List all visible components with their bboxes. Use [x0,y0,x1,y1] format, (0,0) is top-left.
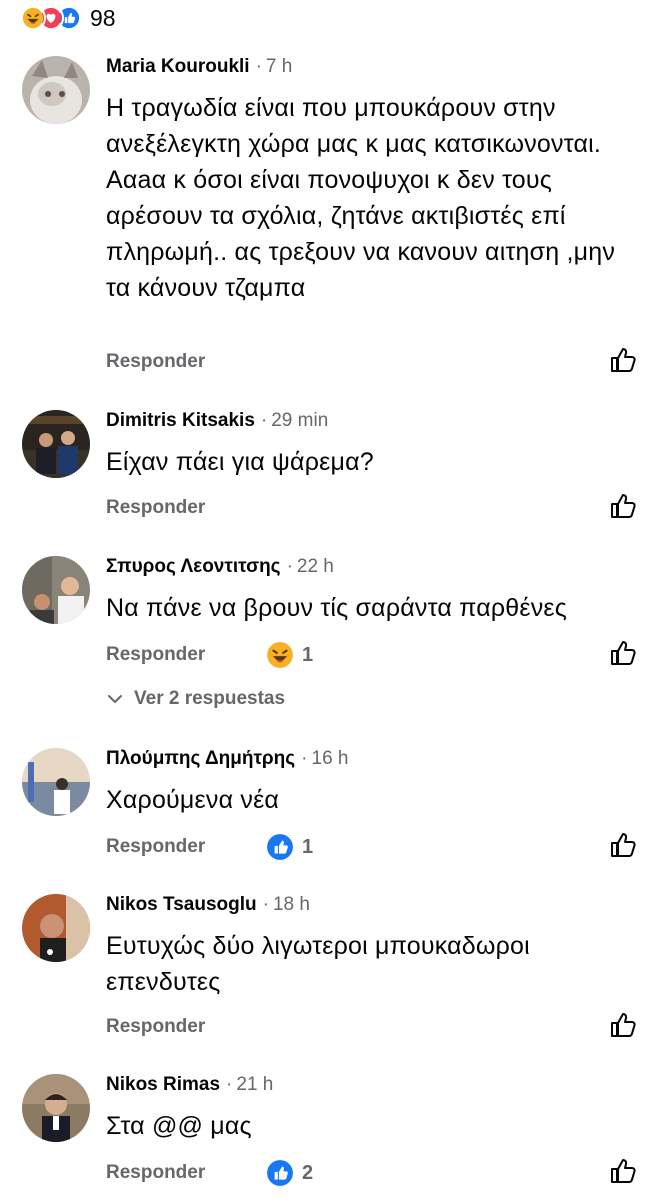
comment-meta: Σπυρος Λεοντιτσης · 22 h [106,556,334,577]
comment-actions: Responder [106,1012,636,1042]
comment-time[interactable]: 22 h [297,556,334,577]
author-name[interactable]: Dimitris Kitsakis [106,410,255,431]
reactions-count: 98 [90,4,116,31]
comment-time[interactable]: 29 min [271,410,328,431]
comment-text: Χαρούμενα νέα [106,786,280,814]
haha-icon [20,5,46,31]
view-replies-label: Ver 2 respuestas [134,688,286,709]
avatar[interactable] [22,894,90,962]
comment-reactions[interactable]: 1 [266,832,313,862]
reply-button[interactable]: Responder [106,493,205,523]
like-button-icon[interactable] [608,345,638,375]
comment-text: Να πάνε να βρουν τίς σαράντα παρθένες [106,594,568,622]
author-name[interactable]: Nikos Tsausoglu [106,894,257,915]
view-replies-link[interactable]: Ver 2 respuestas [106,688,285,710]
like-button-icon[interactable] [608,1156,638,1186]
like-button-icon[interactable] [608,491,638,521]
comment-time[interactable]: 21 h [236,1074,273,1095]
comment: Πλούμπης Δημήτρης · 16 h Χαρούμενα νέα Res… [0,748,646,860]
comment-meta: Nikos Rimas · 21 h [106,1074,274,1095]
comment-text: Ευτυχώς δύο λιγωτεροι μπουκαδωροι επενδυ… [106,932,530,996]
comment: Maria Kouroukli · 7 h Η τραγωδία είναι που… [0,56,646,386]
comment-time[interactable]: 18 h [273,894,310,915]
comment: Dimitris Kitsakis · 29 min Είχαν πάει για … [0,410,646,522]
comment-text: Στα @@ μας [106,1112,252,1140]
comment-text: Η τραγωδία είναι που μπουκάρουν στην ανε… [106,94,616,302]
reply-button[interactable]: Responder [106,1012,205,1042]
comment-reactions[interactable]: 2 [266,1158,313,1188]
comment: Nikos Rimas · 21 h Στα @@ μας Responder 2 [0,1074,646,1194]
reaction-count: 1 [302,643,314,666]
haha-icon [267,642,293,668]
comment-meta: Πλούμπης Δημήτρης · 16 h [106,748,349,769]
author-name[interactable]: Πλούμπης Δημήτρης [106,748,295,769]
like-button-icon[interactable] [608,830,638,860]
like-icon [267,834,293,860]
reaction-count: 2 [302,1161,314,1184]
avatar[interactable] [22,556,90,624]
reaction-icons [20,5,82,31]
comment-text: Είχαν πάει για ψάρεμα? [106,448,374,476]
reply-button[interactable]: Responder [106,347,205,377]
reply-button[interactable]: Responder [106,832,205,862]
comment: Nikos Tsausoglu · 18 h Ευτυχώς δύο λιγωτερ… [0,894,646,1044]
chevron-down-icon [108,695,122,703]
like-button-icon[interactable] [608,638,638,668]
like-icon [267,1160,293,1186]
author-name[interactable]: Σπυρος Λεοντιτσης [106,556,281,577]
comment-reactions[interactable]: 1 [266,640,313,670]
avatar[interactable] [22,56,90,124]
avatar[interactable] [22,748,90,816]
comment-actions: Responder [106,347,636,377]
reply-button[interactable]: Responder [106,1158,205,1188]
comment-actions: Responder [106,493,636,523]
comment-actions: Responder 1 [106,832,636,862]
avatar[interactable] [22,410,90,478]
author-name[interactable]: Maria Kouroukli [106,56,250,77]
comment: Σπυρος Λεοντιτσης · 22 h Να πάνε να βρουν … [0,556,646,716]
comment-meta: Dimitris Kitsakis · 29 min [106,410,329,431]
reactions-summary[interactable]: 98 [20,4,116,32]
author-name[interactable]: Nikos Rimas [106,1074,220,1095]
like-button-icon[interactable] [608,1010,638,1040]
comment-actions: Responder 1 [106,640,636,670]
reply-button[interactable]: Responder [106,640,205,670]
avatar[interactable] [22,1074,90,1142]
comment-time[interactable]: 16 h [312,748,349,769]
reaction-count: 1 [302,835,314,858]
comment-time[interactable]: 7 h [266,56,292,77]
comment-actions: Responder 2 [106,1158,636,1188]
comment-meta: Maria Kouroukli · 7 h [106,56,293,77]
comment-meta: Nikos Tsausoglu · 18 h [106,894,310,915]
